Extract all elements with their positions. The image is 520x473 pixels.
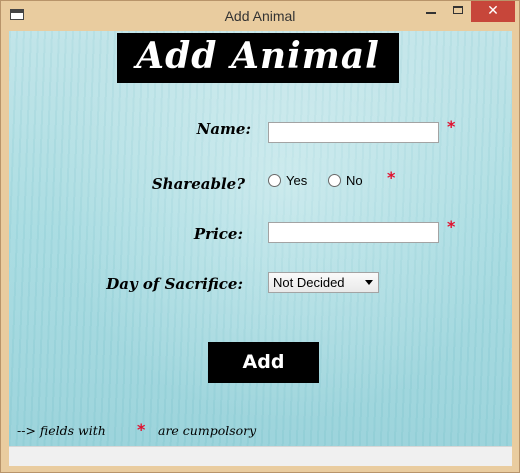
heading-banner: Add Animal bbox=[117, 33, 399, 83]
app-window: Add Animal ✕ Add Animal Name: * Shareabl… bbox=[0, 0, 520, 473]
shareable-label: Shareable? bbox=[151, 175, 245, 193]
day-of-sacrifice-select[interactable]: Not Decided bbox=[268, 272, 379, 293]
required-note-prefix: --> fields with bbox=[17, 423, 106, 438]
close-button[interactable]: ✕ bbox=[471, 1, 515, 22]
name-required-mark: * bbox=[447, 117, 456, 136]
price-label: Price: bbox=[193, 225, 243, 243]
close-icon: ✕ bbox=[487, 3, 499, 19]
day-of-sacrifice-label: Day of Sacrifice: bbox=[106, 275, 243, 293]
name-input[interactable] bbox=[268, 122, 439, 143]
page-title: Add Animal bbox=[136, 35, 380, 77]
shareable-yes-radio[interactable] bbox=[268, 174, 281, 187]
shareable-no-radio[interactable] bbox=[328, 174, 341, 187]
shareable-no-label[interactable]: No bbox=[346, 173, 363, 188]
name-label: Name: bbox=[196, 120, 251, 138]
add-button[interactable]: Add bbox=[208, 342, 319, 383]
minimize-button[interactable] bbox=[417, 1, 445, 22]
maximize-button[interactable] bbox=[445, 1, 471, 22]
title-bar[interactable]: Add Animal ✕ bbox=[1, 1, 519, 31]
status-bar bbox=[9, 446, 512, 466]
maximize-icon bbox=[453, 6, 463, 14]
chevron-down-icon bbox=[365, 280, 373, 285]
minimize-icon bbox=[426, 12, 436, 14]
form-panel: Add Animal Name: * Shareable? Yes No * P… bbox=[9, 31, 512, 466]
day-of-sacrifice-value: Not Decided bbox=[273, 275, 345, 290]
required-note-star: * bbox=[137, 420, 146, 439]
price-required-mark: * bbox=[447, 217, 456, 236]
price-input[interactable] bbox=[268, 222, 439, 243]
shareable-yes-label[interactable]: Yes bbox=[286, 173, 307, 188]
shareable-required-mark: * bbox=[387, 168, 396, 187]
required-note-suffix: are cumpolsory bbox=[158, 423, 257, 438]
